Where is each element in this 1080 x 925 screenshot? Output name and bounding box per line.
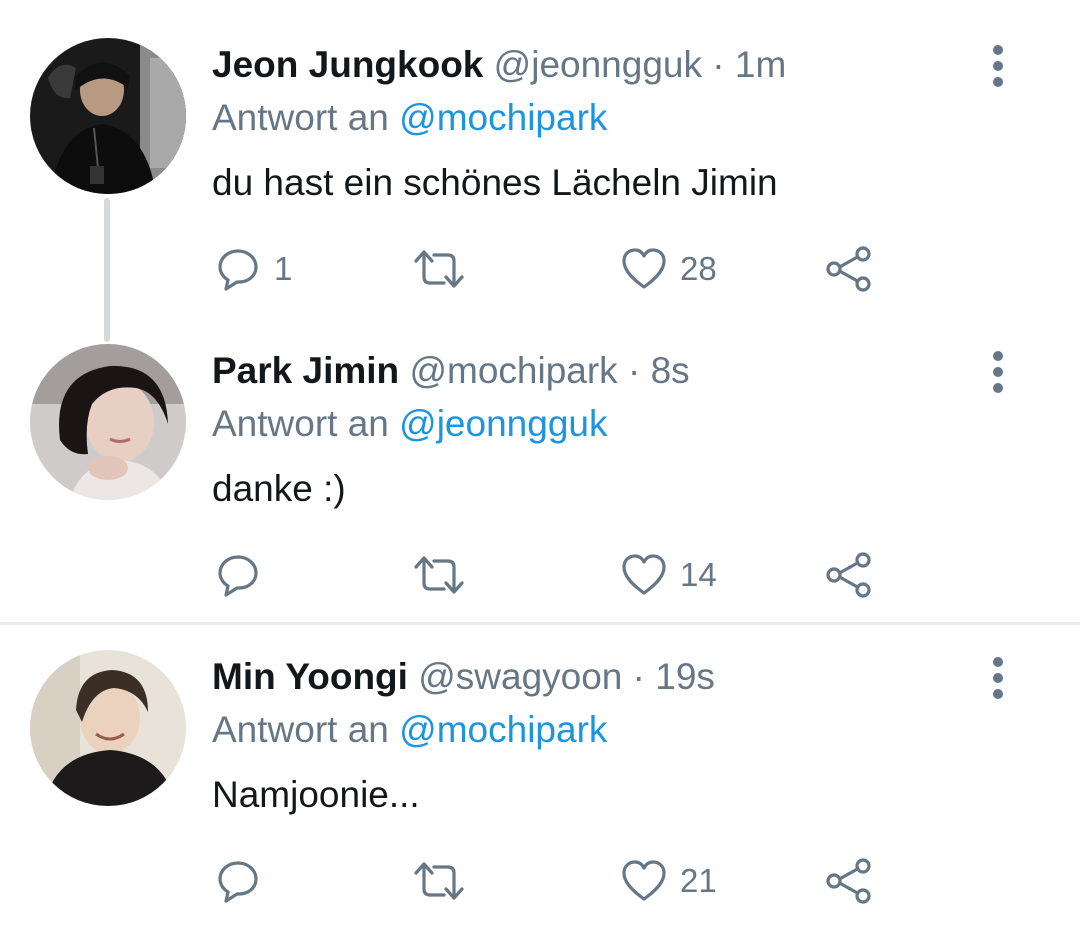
- more-options-button[interactable]: [988, 44, 1008, 88]
- retweet-arrows-icon: [414, 250, 464, 288]
- tweet-text: danke :): [212, 468, 346, 509]
- speech-bubble-icon: [218, 249, 258, 291]
- reply-context: Antwort an @mochipark: [212, 93, 607, 143]
- share-nodes-icon: [826, 246, 871, 292]
- user-handle[interactable]: @mochipark: [409, 350, 617, 391]
- retweet-button[interactable]: [412, 550, 478, 600]
- reply-count: 1: [274, 250, 293, 287]
- like-count: 28: [680, 250, 717, 287]
- reply-button[interactable]: [214, 856, 274, 906]
- share-button[interactable]: [824, 244, 874, 294]
- reply-prefix: Antwort an: [212, 403, 389, 444]
- avatar[interactable]: [30, 38, 186, 194]
- display-name[interactable]: Park Jimin: [212, 350, 399, 391]
- separator-dot: ·: [627, 350, 641, 391]
- reply-prefix: Antwort an: [212, 709, 389, 750]
- display-name[interactable]: Min Yoongi: [212, 656, 408, 697]
- retweet-button[interactable]: [412, 856, 478, 906]
- heart-outline-icon: [622, 554, 666, 595]
- tweet-text: du hast ein schönes Lächeln Jimin: [212, 162, 778, 203]
- retweet-button[interactable]: [412, 244, 478, 294]
- tweet-header: Park Jimin @mochipark · 8s: [212, 346, 690, 396]
- separator-dot: ·: [632, 656, 645, 697]
- reply-context: Antwort an @mochipark: [212, 705, 607, 755]
- separator-dot: ·: [712, 44, 725, 85]
- display-name[interactable]: Jeon Jungkook: [212, 44, 483, 85]
- avatar[interactable]: [30, 650, 186, 806]
- more-options-button[interactable]: [988, 656, 1008, 700]
- vertical-dots-icon: [993, 45, 1003, 87]
- reply-context: Antwort an @jeonngguk: [212, 399, 607, 449]
- timestamp[interactable]: 1m: [735, 44, 786, 85]
- tweet-header: Min Yoongi @swagyoon · 19s: [212, 652, 715, 702]
- like-button[interactable]: 14: [620, 550, 717, 600]
- share-nodes-icon: [826, 552, 871, 598]
- like-button[interactable]: 28: [620, 244, 717, 294]
- timestamp[interactable]: 8s: [651, 350, 690, 391]
- timestamp[interactable]: 19s: [655, 656, 715, 697]
- speech-bubble-icon: [218, 861, 258, 903]
- tweet-divider: [0, 622, 1080, 625]
- retweet-arrows-icon: [414, 862, 464, 900]
- vertical-dots-icon: [993, 657, 1003, 699]
- heart-outline-icon: [622, 860, 666, 901]
- share-nodes-icon: [826, 858, 871, 904]
- heart-outline-icon: [622, 248, 666, 289]
- avatar[interactable]: [30, 344, 186, 500]
- more-options-button[interactable]: [988, 350, 1008, 394]
- user-handle[interactable]: @swagyoon: [418, 656, 622, 697]
- reply-button[interactable]: 1: [214, 244, 292, 294]
- mention-link[interactable]: @mochipark: [399, 97, 607, 138]
- vertical-dots-icon: [993, 351, 1003, 393]
- tweet-text: Namjoonie...: [212, 774, 420, 815]
- reply-prefix: Antwort an: [212, 97, 389, 138]
- like-button[interactable]: 21: [620, 856, 717, 906]
- mention-link[interactable]: @mochipark: [399, 709, 607, 750]
- user-handle[interactable]: @jeonngguk: [494, 44, 702, 85]
- reply-button[interactable]: [214, 550, 274, 600]
- tweet-header: Jeon Jungkook @jeonngguk · 1m: [212, 40, 786, 90]
- retweet-arrows-icon: [414, 556, 464, 594]
- share-button[interactable]: [824, 550, 874, 600]
- share-button[interactable]: [824, 856, 874, 906]
- like-count: 21: [680, 862, 717, 899]
- mention-link[interactable]: @jeonngguk: [399, 403, 607, 444]
- like-count: 14: [680, 556, 717, 593]
- speech-bubble-icon: [218, 555, 258, 597]
- thread-line: [104, 198, 110, 342]
